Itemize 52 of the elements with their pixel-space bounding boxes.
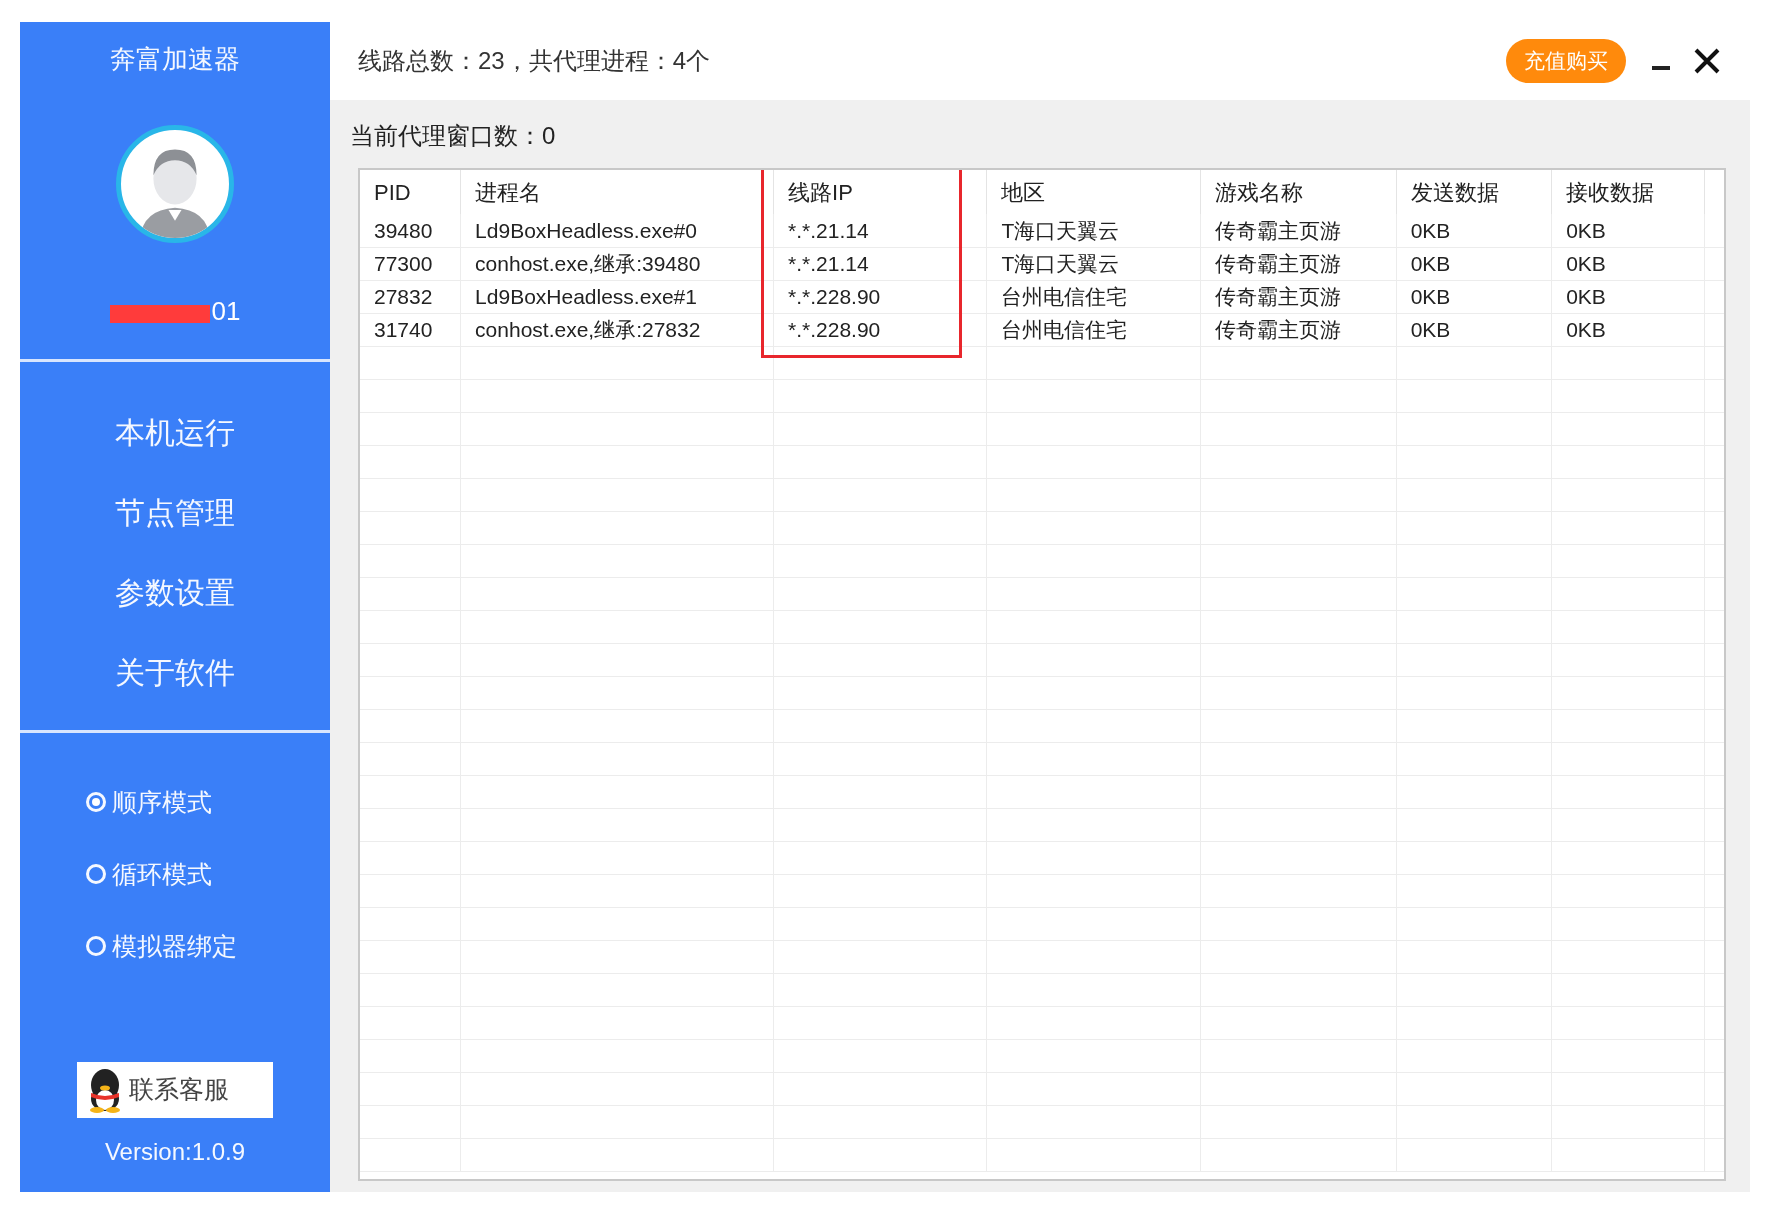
table-cell: *.*.228.90 [773, 280, 987, 313]
table-cell: *.*.228.90 [773, 313, 987, 346]
table-cell: *.*.21.14 [773, 247, 987, 280]
column-header[interactable]: 线路IP [773, 170, 987, 214]
column-header[interactable]: 地区 [987, 170, 1201, 214]
table-cell: 0KB [1396, 247, 1552, 280]
table-cell: 0KB [1551, 214, 1705, 247]
window-count-text: 当前代理窗口数：0 [350, 121, 556, 151]
table-cell: 39480 [360, 214, 461, 247]
table-cell: 0KB [1396, 280, 1552, 313]
table-cell: 0KB [1551, 247, 1705, 280]
table-cell: conhost.exe,继承:39480 [460, 247, 774, 280]
table-cell: 台州电信住宅 [987, 280, 1201, 313]
table-cell: 31740 [360, 313, 461, 346]
table-cell: 0KB [1396, 313, 1552, 346]
nav-item[interactable]: 关于软件 [115, 652, 235, 694]
table-cell: 0KB [1551, 313, 1705, 346]
column-header[interactable]: 接收数据 [1551, 170, 1705, 214]
app-title: 奔富加速器 [110, 43, 240, 76]
table-cell: 传奇霸主页游 [1200, 214, 1397, 247]
nav-item[interactable]: 本机运行 [115, 412, 235, 454]
table-cell: 0KB [1551, 280, 1705, 313]
nav-item[interactable]: 参数设置 [115, 572, 235, 614]
radio-option[interactable]: 顺序模式 [86, 785, 237, 819]
table-cell: conhost.exe,继承:27832 [460, 313, 774, 346]
table-cell: T海口天翼云 [987, 247, 1201, 280]
column-header[interactable]: 发送数据 [1396, 170, 1552, 214]
summary-text: 线路总数：23，共代理进程：4个 [358, 46, 711, 76]
table-cell: 0KB [1396, 214, 1552, 247]
table-cell: Ld9BoxHeadless.exe#0 [460, 214, 774, 247]
table-cell: 传奇霸主页游 [1200, 247, 1397, 280]
table-cell: 77300 [360, 247, 461, 280]
radio-option[interactable]: 循环模式 [86, 857, 237, 891]
table-cell: *.*.21.14 [773, 214, 987, 247]
table-cell: 27832 [360, 280, 461, 313]
radio-label: 循环模式 [112, 859, 212, 890]
table-cell: 台州电信住宅 [987, 313, 1201, 346]
column-header[interactable]: PID [360, 170, 461, 214]
username-text: 01 [211, 297, 241, 325]
radio-option[interactable]: 模拟器绑定 [86, 929, 237, 963]
close-icon[interactable] [1692, 46, 1722, 76]
table-cell: Ld9BoxHeadless.exe#1 [460, 280, 774, 313]
table-cell: 传奇霸主页游 [1200, 280, 1397, 313]
column-header[interactable]: 游戏名称 [1200, 170, 1397, 214]
version-text: Version:1.0.9 [104, 1137, 246, 1167]
nav-item[interactable]: 节点管理 [115, 492, 235, 534]
contact-button[interactable]: 联系客服 [77, 1062, 273, 1118]
column-header[interactable]: 进程名 [460, 170, 774, 214]
table-cell: 传奇霸主页游 [1200, 313, 1397, 346]
radio-label: 顺序模式 [112, 787, 212, 818]
table-cell: T海口天翼云 [987, 214, 1201, 247]
radio-label: 模拟器绑定 [112, 931, 237, 962]
